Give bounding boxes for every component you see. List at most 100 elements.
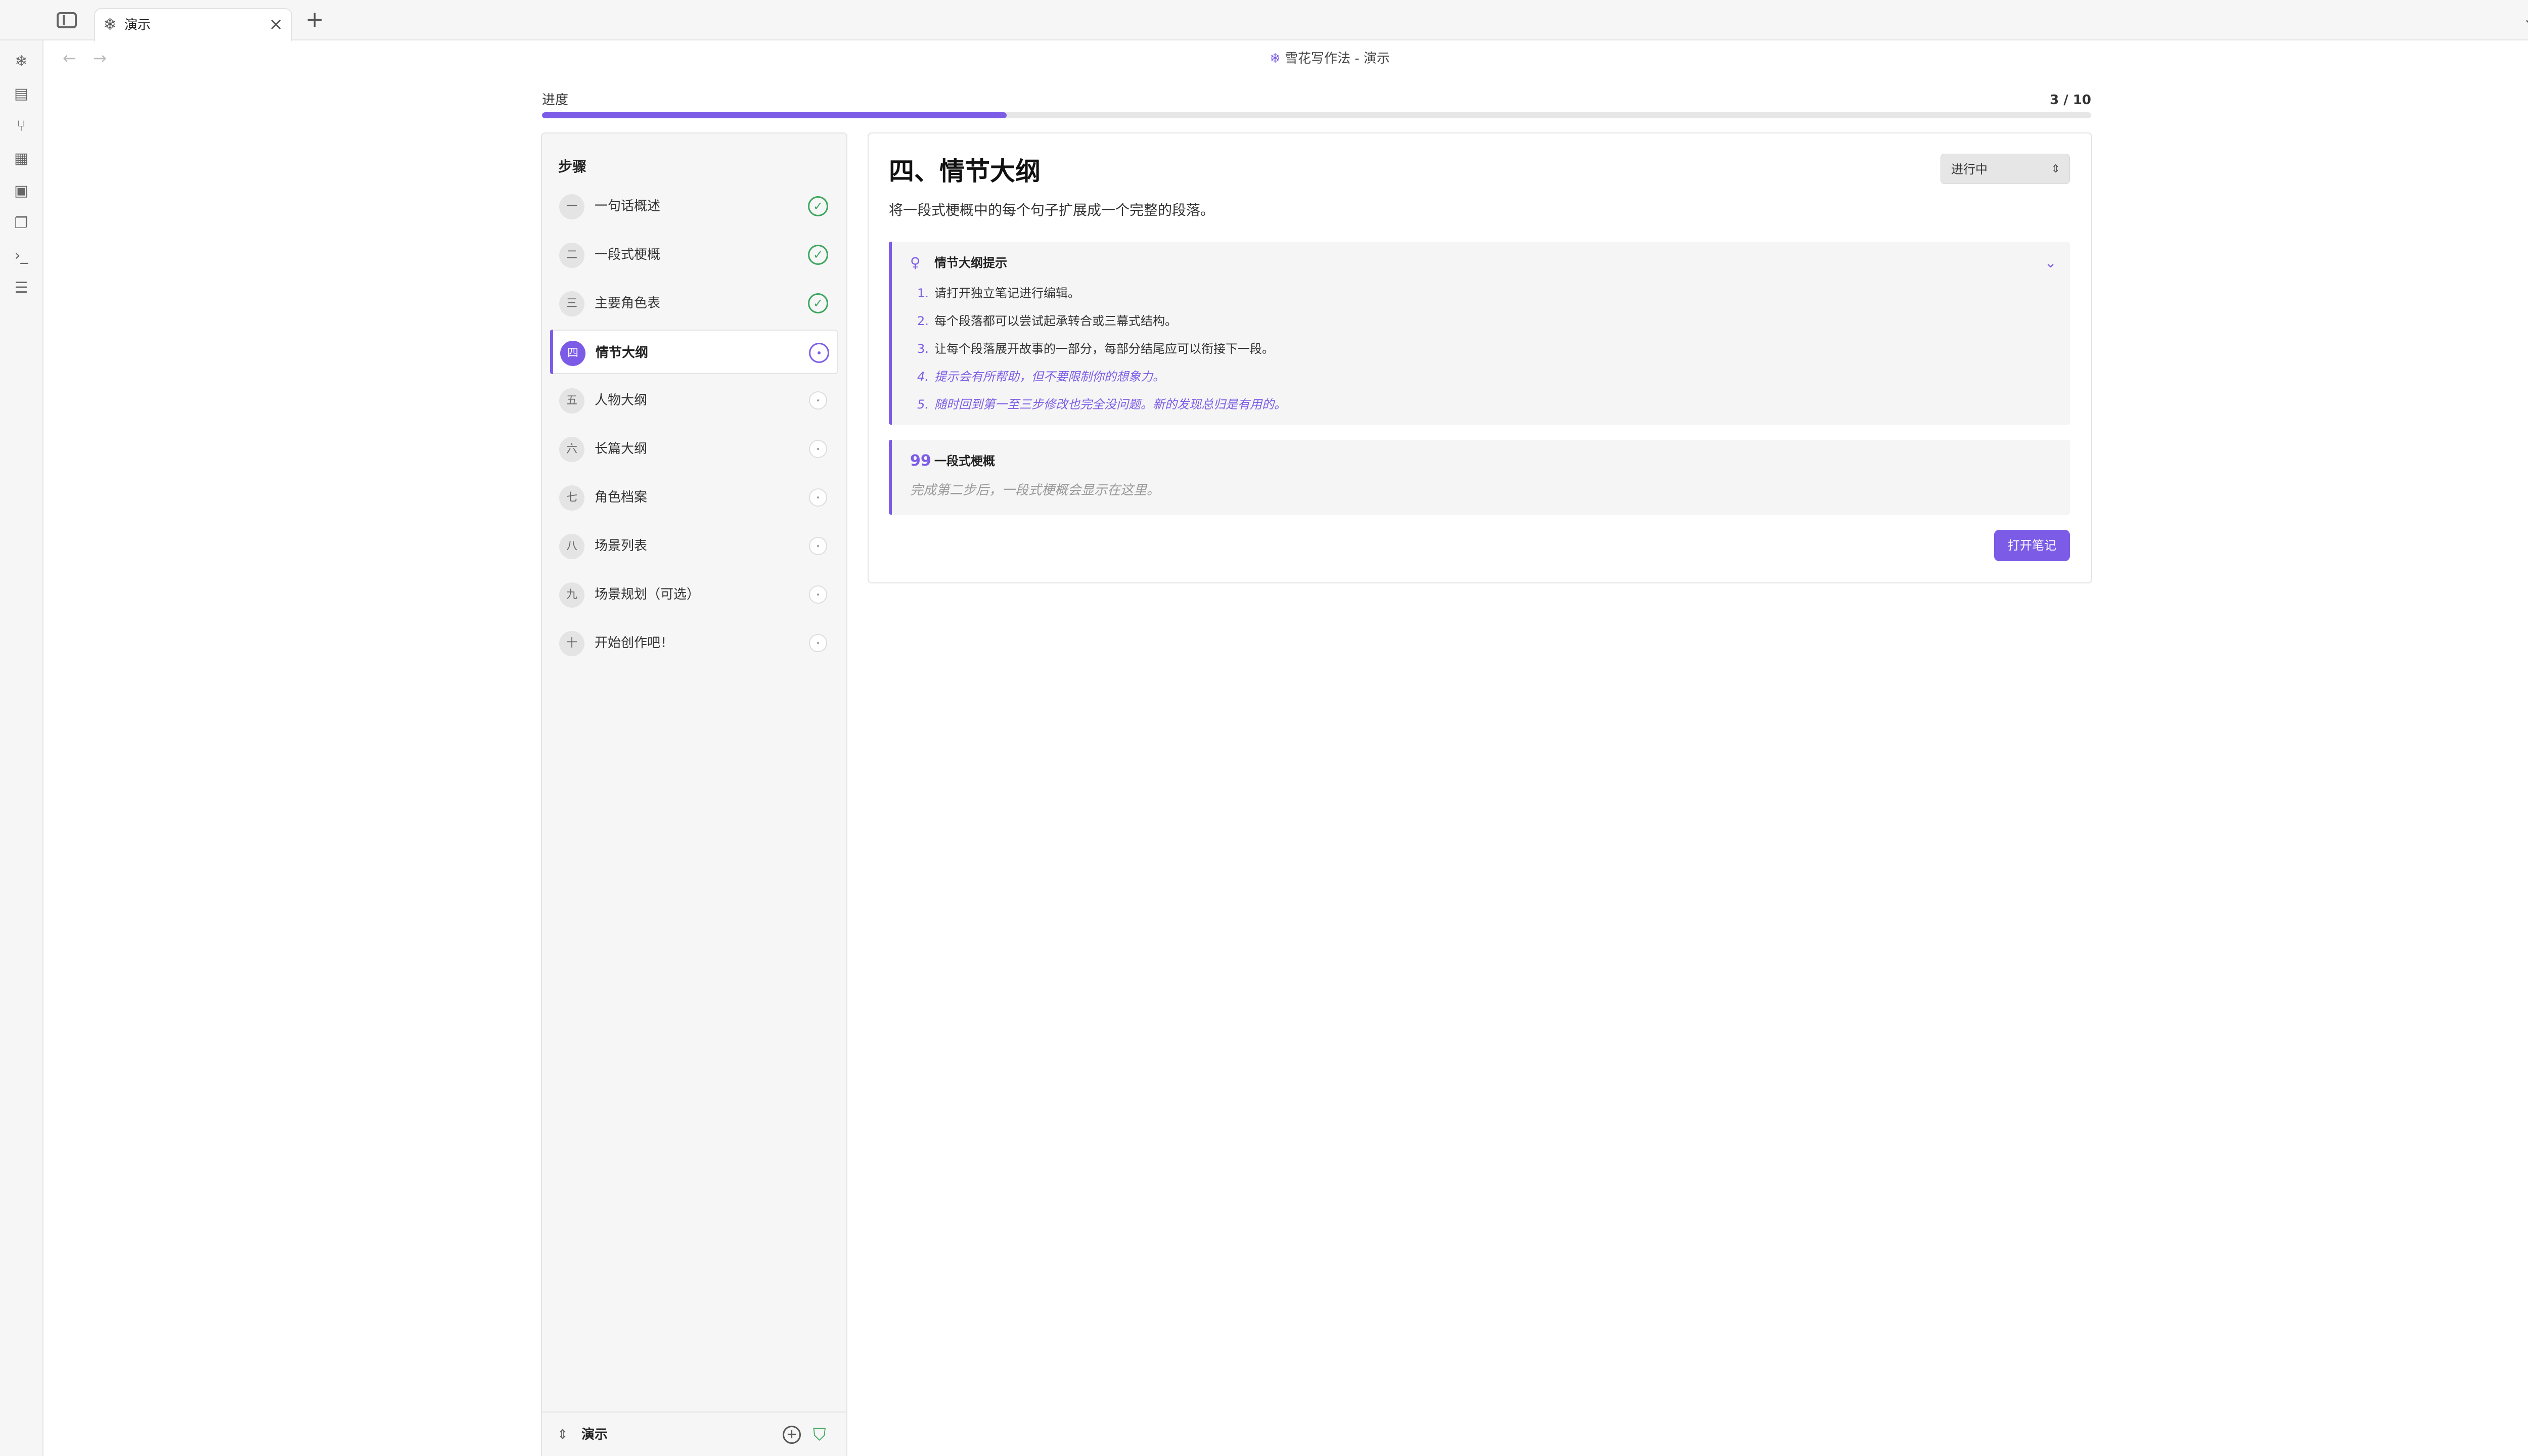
step-label: 场景列表	[595, 538, 648, 554]
step-number: 七	[559, 485, 584, 511]
step-label: 人物大纲	[595, 393, 648, 408]
pending-dot-icon	[809, 440, 827, 458]
step-label: 开始创作吧！	[595, 635, 674, 651]
step-item[interactable]: 四情节大纲	[550, 330, 838, 374]
check-circle-icon: ✓	[808, 293, 828, 313]
tip-text: 随时回到第一至三步修改也完全没问题。新的发现总归是有用的。	[934, 397, 1286, 412]
step-item[interactable]: 八场景列表	[550, 524, 838, 568]
tip-item: 2. 每个段落都可以尝试起承转合或三幕式结构。	[917, 311, 1177, 331]
step-number: 十	[559, 631, 584, 656]
tip-item: 4. 提示会有所帮助，但不要限制你的想象力。	[917, 367, 1165, 387]
quote-title: 一段式梗概	[934, 454, 995, 468]
project-name[interactable]: 演示	[581, 1424, 608, 1446]
step-item[interactable]: 二一段式梗概 ✓	[550, 233, 838, 277]
in-progress-icon	[809, 343, 829, 363]
step-number: 一	[559, 194, 584, 219]
tip-text: 提示会有所帮助，但不要限制你的想象力。	[934, 370, 1165, 384]
tab-close-icon[interactable]: ×	[269, 14, 284, 34]
pending-dot-icon	[809, 391, 827, 410]
new-tab-icon[interactable]: +	[305, 7, 324, 32]
check-circle-icon: ✓	[808, 196, 828, 216]
tip-text: 每个段落都可以尝试起承转合或三幕式结构。	[934, 314, 1177, 328]
step-label: 角色档案	[595, 490, 648, 505]
step-item[interactable]: 一一句话概述 ✓	[550, 184, 838, 229]
tips-callout: ♀ 情节大纲提示 ⌄ 1. 请打开独立笔记进行编辑。 2. 每个段落都可以尝试起承转合…	[889, 242, 2070, 425]
expand-collapse-icon[interactable]: ⇕	[557, 1424, 568, 1446]
tip-text: 请打开独立笔记进行编辑。	[934, 286, 1080, 300]
step-label: 一句话概述	[595, 199, 661, 214]
snowflake-icon: ❄	[103, 15, 117, 34]
step-item[interactable]: 六长篇大纲	[550, 427, 838, 471]
select-arrows-icon: ⇕	[2051, 163, 2060, 175]
app-window: ❄ 演示 × + ⌄ ❄ ▤ ⑂ ▦ ▣ ❐ ›_ ☰ ← → ❄雪花写作法 -…	[0, 0, 2528, 1456]
step-label: 场景规划（可选）	[595, 587, 700, 602]
status-select-value: 进行中	[1951, 162, 1988, 176]
calendar-icon[interactable]: ▣	[11, 181, 31, 201]
view-title-text: 雪花写作法 - 演示	[1284, 51, 1390, 66]
step-item[interactable]: 九场景规划（可选）	[550, 572, 838, 617]
copy-icon[interactable]: ❐	[11, 213, 31, 234]
tip-number: 3.	[917, 342, 929, 356]
steps-panel-footer: ⇕ 演示 + ⛉	[542, 1412, 846, 1456]
quote-placeholder: 完成第二步后，一段式梗概会显示在这里。	[910, 483, 1160, 498]
progress-count: 3 / 10	[2050, 93, 2091, 108]
step-item[interactable]: 三主要角色表 ✓	[550, 281, 838, 326]
tab-list-chevron-icon[interactable]: ⌄	[2523, 10, 2528, 28]
step-label: 一段式梗概	[595, 247, 661, 262]
tip-number: 5.	[917, 397, 929, 412]
tip-item: 1. 请打开独立笔记进行编辑。	[917, 283, 1080, 303]
status-select[interactable]: 进行中 ⇕	[1940, 154, 2070, 184]
lightbulb-icon: ♀	[910, 254, 921, 271]
pending-dot-icon	[809, 488, 827, 507]
step-number: 六	[559, 437, 584, 462]
chevron-down-icon[interactable]: ⌄	[2045, 253, 2056, 273]
steps-panel: 步骤 一一句话概述 ✓ 二一段式梗概 ✓ 三主要角色表 ✓ 四情节大纲五人物大纲六长篇大纲七…	[541, 132, 847, 1456]
snowflake-icon[interactable]: ❄	[11, 52, 31, 72]
snowflake-icon: ❄	[1270, 51, 1281, 66]
left-sidebar-toggle-icon[interactable]	[57, 12, 77, 28]
view-title: ❄ 雪花写作法 - 演示	[1213, 49, 1446, 69]
step-number: 五	[559, 388, 584, 414]
progress-bar	[542, 112, 2091, 118]
terminal-icon[interactable]: ›_	[11, 246, 31, 266]
check-circle-icon: ✓	[808, 245, 828, 265]
tab-demo[interactable]: ❄ 演示 ×	[94, 8, 292, 41]
shield-check-icon[interactable]: ⛉	[813, 1424, 826, 1446]
tab-label: 演示	[124, 18, 151, 33]
tip-item: 3. 让每个段落展开故事的一部分，每部分结尾应可以衔接下一段。	[917, 339, 1274, 359]
step-label: 长篇大纲	[595, 441, 648, 457]
graph-icon[interactable]: ⑂	[11, 116, 31, 136]
pending-dot-icon	[809, 537, 827, 555]
step-label: 情节大纲	[596, 345, 649, 360]
add-circle-icon[interactable]: +	[783, 1426, 801, 1444]
tab-bar: ❄ 演示 × + ⌄	[0, 0, 2528, 41]
progress-label: 进度	[542, 93, 569, 108]
step-description: 将一段式梗概中的每个句子扩展成一个完整的段落。	[889, 202, 1215, 218]
step-number: 三	[559, 291, 584, 316]
forward-arrow-icon[interactable]: →	[93, 49, 107, 68]
step-item[interactable]: 七角色档案	[550, 475, 838, 520]
step-item[interactable]: 五人物大纲	[550, 378, 838, 423]
file-icon[interactable]: ▤	[11, 84, 31, 104]
tip-number: 1.	[917, 286, 929, 300]
step-number: 九	[559, 582, 584, 608]
left-ribbon: ❄ ▤ ⑂ ▦ ▣ ❐ ›_ ☰	[0, 40, 43, 1456]
checklist-icon[interactable]: ☰	[11, 278, 31, 298]
quote-icon: 99	[910, 452, 931, 470]
step-label: 主要角色表	[595, 296, 661, 311]
step-detail-card: 四、情节大纲 进行中 ⇕ 将一段式梗概中的每个句子扩展成一个完整的段落。 ♀ 情…	[868, 132, 2092, 583]
pending-dot-icon	[809, 585, 827, 604]
steps-title: 步骤	[558, 158, 587, 175]
step-heading: 四、情节大纲	[889, 157, 1041, 186]
grid-icon[interactable]: ▦	[11, 149, 31, 169]
tip-item: 5. 随时回到第一至三步修改也完全没问题。新的发现总归是有用的。	[917, 394, 1286, 415]
synopsis-quote: 99 一段式梗概 完成第二步后，一段式梗概会显示在这里。	[889, 440, 2070, 515]
step-item[interactable]: 十开始创作吧！	[550, 621, 838, 665]
open-note-button[interactable]: 打开笔记	[1994, 530, 2070, 561]
tip-number: 4.	[917, 370, 929, 384]
tips-title: 情节大纲提示	[934, 256, 1007, 270]
back-arrow-icon[interactable]: ←	[63, 49, 76, 68]
progress-bar-fill	[542, 112, 1007, 118]
step-number: 四	[560, 341, 585, 366]
step-number: 二	[559, 243, 584, 268]
